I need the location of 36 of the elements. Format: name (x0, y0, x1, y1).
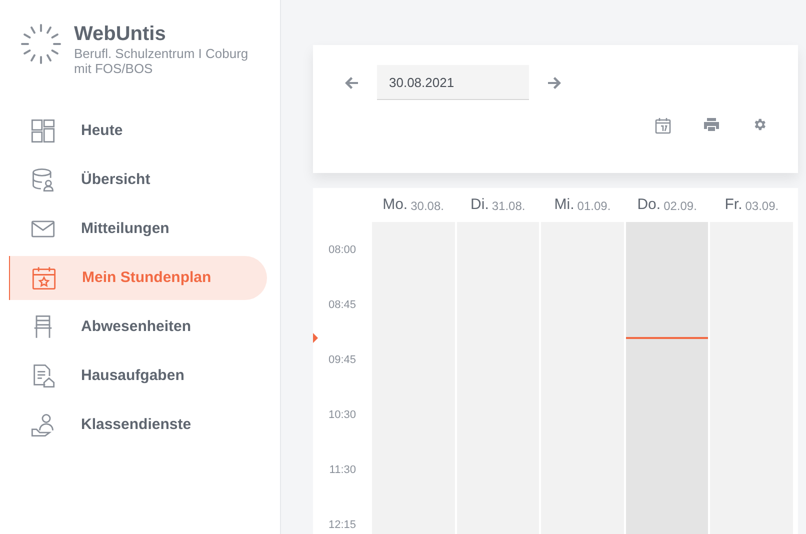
day-date: 30.08. (410, 198, 444, 215)
app-title: WebUntis (74, 22, 167, 46)
day-date: 03.09. (745, 198, 779, 215)
calendar-star-icon (31, 265, 57, 291)
day-date: 31.08. (492, 198, 526, 215)
sun-logo-icon (20, 23, 62, 65)
day-name: Do. (637, 194, 661, 215)
time-label: 10:30 (328, 408, 356, 423)
nav-item[interactable]: Heute (9, 109, 267, 153)
day-date: 01.09. (577, 198, 611, 215)
time-label: 11:30 (329, 463, 356, 478)
printer-icon[interactable] (703, 117, 720, 132)
time-label: 08:45 (328, 298, 356, 313)
time-label: 09:45 (328, 353, 356, 368)
nav-item[interactable]: Abwesenheiten (9, 305, 267, 349)
current-time-marker-icon (313, 333, 318, 343)
day-date: 02.09. (664, 198, 697, 215)
day-name: Fr. (724, 194, 742, 215)
day-name: Mo. (382, 194, 408, 215)
day-name: Mi. (554, 194, 574, 215)
previous-arrow-icon[interactable] (343, 74, 359, 90)
date-field[interactable]: 30.08.2021 (377, 65, 529, 100)
calendar-icon[interactable] (655, 117, 671, 134)
nav-item[interactable]: Mitteilungen (9, 207, 267, 251)
dashboard-icon (30, 118, 56, 144)
nav-item[interactable]: Hausaufgaben (9, 354, 267, 398)
nav-item[interactable]: Übersicht (9, 158, 267, 202)
school-name: Berufl. Schulzentrum I Coburg mit FOS/BOS (74, 46, 250, 76)
nav-item[interactable]: Klassendienste (9, 403, 267, 447)
time-label: 12:15 (328, 518, 356, 533)
person-hand-icon (30, 412, 56, 438)
time-label: 08:00 (328, 243, 356, 258)
day-name: Di. (470, 194, 489, 215)
next-arrow-icon[interactable] (547, 74, 563, 90)
database-user-icon (30, 167, 56, 193)
settings-icon[interactable] (752, 117, 767, 132)
